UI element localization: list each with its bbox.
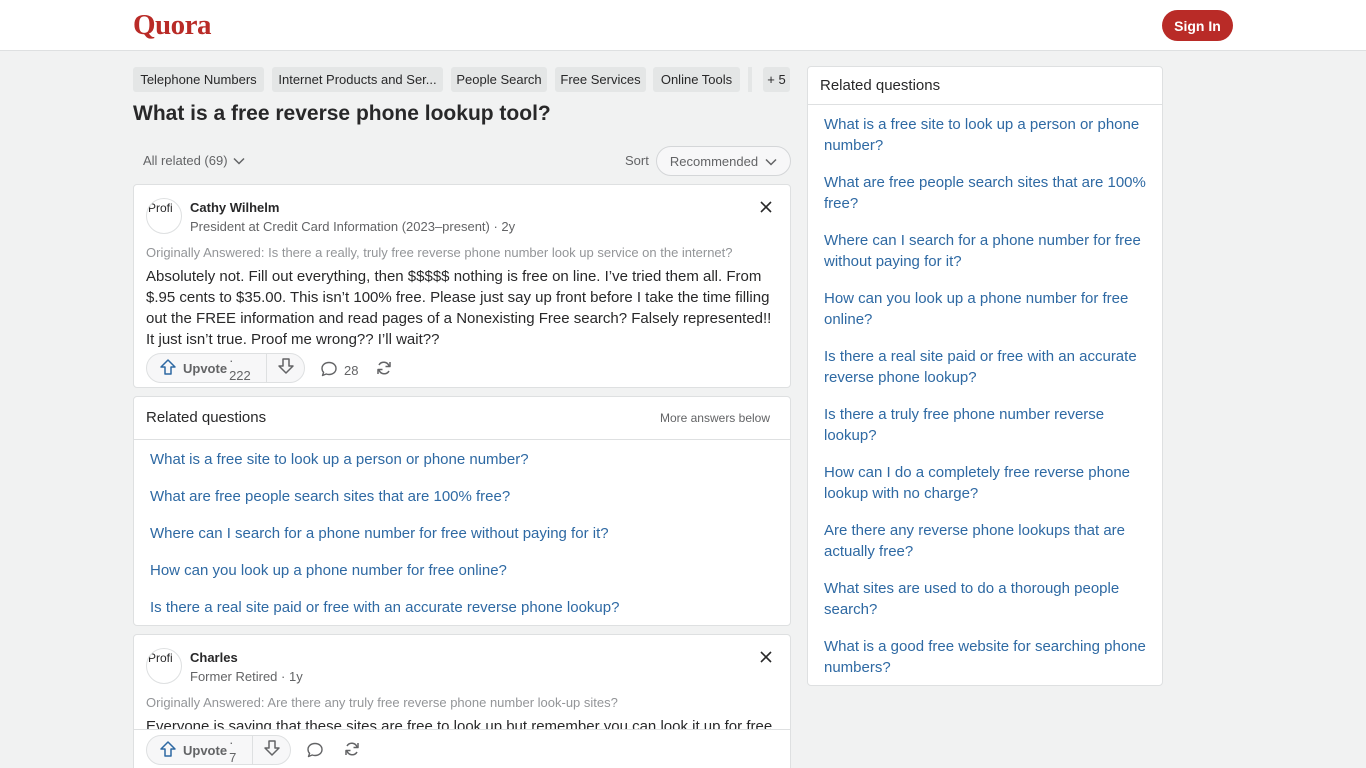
topic-chip[interactable]: Online Tools [653, 67, 740, 92]
upvote-icon [159, 358, 177, 379]
answer-credential: Former Retired · 1y [190, 669, 303, 684]
comment-icon [320, 360, 338, 381]
downvote-icon [263, 739, 281, 762]
upvote-count: · 7 [229, 735, 237, 765]
related-questions-header: Related questions More answers below [134, 397, 790, 440]
upvote-label: Upvote [183, 360, 228, 376]
topic-chip[interactable]: People Search [451, 67, 547, 92]
sort-label: Sort [625, 153, 649, 168]
upvote-icon [159, 740, 177, 761]
answer-text: Everyone is saying that these sites are … [146, 718, 773, 730]
chevron-down-icon [233, 153, 245, 168]
upvote-button[interactable]: Upvote · 222 [147, 353, 268, 383]
sort-value: Recommended [669, 153, 759, 169]
topic-chip[interactable]: Free Services [555, 67, 646, 92]
related-question-link[interactable]: Is there a real site paid or free with a… [150, 599, 619, 616]
upvote-count: · 222 [229, 353, 251, 383]
sidebar-question-link[interactable]: How can you look up a phone number for f… [824, 288, 1154, 330]
related-question-link[interactable]: What are free people search sites that a… [150, 488, 510, 505]
chevron-down-icon [765, 154, 777, 169]
downvote-icon [277, 357, 295, 380]
all-related-label: All related (69) [143, 153, 228, 168]
sidebar-question-link[interactable]: What is a free site to look up a person … [824, 114, 1154, 156]
originally-answered[interactable]: Originally Answered: Is there a really, … [146, 245, 733, 260]
close-icon[interactable] [758, 199, 774, 215]
vote-group: Upvote · 7 [146, 735, 291, 765]
close-icon[interactable] [758, 649, 774, 665]
question-title: What is a free reverse phone lookup tool… [133, 102, 551, 125]
sort-dropdown[interactable]: Recommended [656, 146, 791, 176]
answer-text: Absolutely not. Fill out everything, the… [146, 268, 772, 348]
upvote-button[interactable]: Upvote · 7 [147, 735, 253, 765]
all-related-filter[interactable]: All related (69) [143, 153, 245, 168]
related-question-link[interactable]: What is a free site to look up a person … [150, 451, 529, 468]
related-question-link[interactable]: Where can I search for a phone number fo… [150, 525, 609, 542]
sidebar-divider [808, 104, 1162, 105]
sidebar-question-link[interactable]: What is a good free website for searchin… [824, 636, 1154, 678]
answer-card: Profi Charles Former Retired · 1y Origin… [133, 634, 791, 768]
topics-more-button[interactable]: + 5 [763, 67, 790, 92]
sidebar-question-link[interactable]: What are free people search sites that a… [824, 172, 1154, 214]
comment-button[interactable] [306, 741, 330, 762]
more-answers-below: More answers below [659, 411, 770, 425]
comment-button[interactable]: 28 [320, 360, 358, 381]
related-questions-title: Related questions [146, 409, 267, 426]
downvote-button[interactable] [267, 354, 304, 382]
sidebar-question-link[interactable]: Is there a truly free phone number rever… [824, 404, 1154, 446]
topic-chip-overflow-edge [748, 67, 752, 92]
topic-chip[interactable]: Internet Products and Ser... [272, 67, 443, 92]
sidebar-question-link[interactable]: Are there any reverse phone lookups that… [824, 520, 1154, 562]
sidebar-question-link[interactable]: Where can I search for a phone number fo… [824, 230, 1154, 272]
vote-group: Upvote · 222 [146, 353, 305, 383]
sidebar-related-questions: Related questions What is a free site to… [807, 66, 1163, 686]
top-header: Quora Sign In [0, 0, 1366, 51]
comment-count: 28 [344, 363, 359, 378]
related-question-link[interactable]: How can you look up a phone number for f… [150, 562, 507, 579]
topic-chip[interactable]: Telephone Numbers [133, 67, 264, 92]
share-icon[interactable] [375, 359, 393, 382]
quora-logo[interactable]: Quora [133, 9, 212, 42]
downvote-button[interactable] [253, 736, 290, 764]
avatar[interactable]: Profi [146, 648, 182, 684]
sign-in-button[interactable]: Sign In [1162, 10, 1233, 41]
avatar[interactable]: Profi [146, 198, 182, 234]
sidebar-question-link[interactable]: Is there a real site paid or free with a… [824, 346, 1154, 388]
sidebar-question-link[interactable]: What sites are used to do a thorough peo… [824, 578, 1154, 620]
answer-credential: President at Credit Card Information (20… [190, 219, 516, 234]
related-questions-inline: Related questions More answers below Wha… [133, 396, 791, 626]
sidebar-title: Related questions [820, 77, 941, 94]
answer-card: Profi Cathy Wilhelm President at Credit … [133, 184, 791, 388]
originally-answered[interactable]: Originally Answered: Are there any truly… [146, 695, 618, 710]
answer-author[interactable]: Charles [190, 650, 238, 665]
answer-author[interactable]: Cathy Wilhelm [190, 200, 279, 215]
upvote-label: Upvote [183, 742, 228, 758]
sidebar-question-link[interactable]: How can I do a completely free reverse p… [824, 462, 1154, 504]
share-icon[interactable] [343, 740, 361, 763]
comment-icon [306, 741, 324, 762]
